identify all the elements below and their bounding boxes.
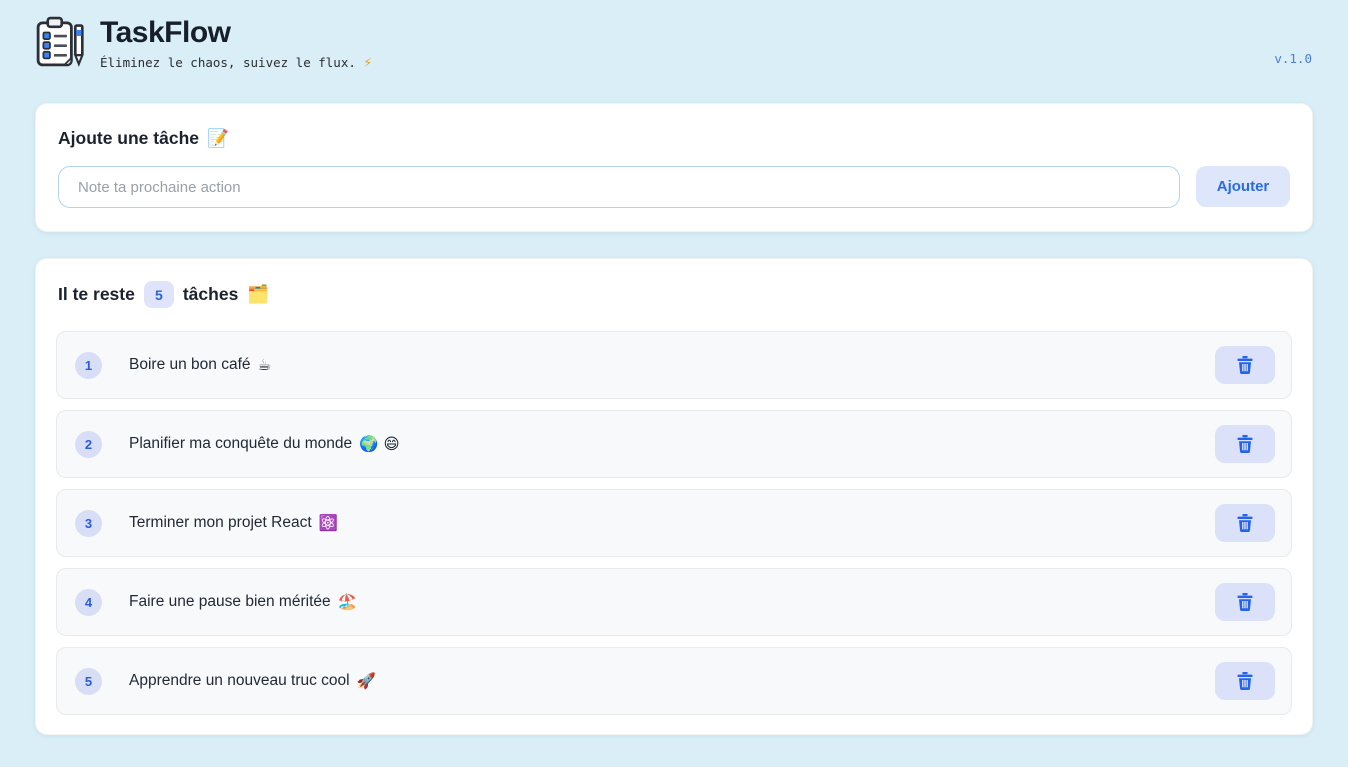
task-list-card: Il te reste 5 tâches 🗂️ 1 Boire un bon c… (35, 258, 1313, 735)
delete-task-button[interactable] (1215, 583, 1275, 621)
card-index-icon: 🗂️ (247, 285, 269, 305)
task-list-heading: Il te reste 5 tâches 🗂️ (56, 281, 1292, 308)
task-number-badge: 4 (75, 589, 102, 616)
trash-icon (1237, 514, 1253, 532)
trash-icon (1237, 435, 1253, 453)
app-header: TaskFlow Éliminez le chaos, suivez le fl… (0, 0, 1348, 90)
task-text: Boire un bon café (129, 356, 251, 374)
delete-task-button[interactable] (1215, 504, 1275, 542)
add-task-button[interactable]: Ajouter (1196, 166, 1290, 207)
task-emoji: 🌍 😄 (359, 435, 399, 453)
trash-icon (1237, 672, 1253, 690)
remaining-count-badge: 5 (144, 281, 174, 308)
trash-icon (1237, 593, 1253, 611)
tagline-text: Éliminez le chaos, suivez le flux. (100, 55, 356, 70)
app-tagline: Éliminez le chaos, suivez le flux. ⚡ (100, 55, 372, 70)
task-number-badge: 1 (75, 352, 102, 379)
new-task-input[interactable] (58, 166, 1180, 208)
heading-suffix: tâches (183, 284, 238, 305)
task-number-badge: 2 (75, 431, 102, 458)
lightning-bolt-icon: ⚡ (363, 55, 372, 70)
clipboard-checklist-pencil-icon (32, 14, 88, 72)
task-number-badge: 5 (75, 668, 102, 695)
task-emoji: 🏖️ (338, 593, 357, 611)
delete-task-button[interactable] (1215, 346, 1275, 384)
task-emoji: ⚛️ (319, 514, 338, 532)
task-list: 1 Boire un bon café ☕ 2 Planifier ma con… (56, 331, 1292, 715)
app-title: TaskFlow (100, 14, 372, 52)
task-row: 3 Terminer mon projet React ⚛️ (56, 489, 1292, 557)
trash-icon (1237, 356, 1253, 374)
task-row: 2 Planifier ma conquête du monde 🌍 😄 (56, 410, 1292, 478)
delete-task-button[interactable] (1215, 662, 1275, 700)
version-label: v.1.0 (1274, 51, 1314, 66)
task-emoji: ☕ (258, 356, 272, 374)
task-text: Apprendre un nouveau truc cool (129, 672, 350, 690)
add-task-card: Ajoute une tâche 📝 Ajouter (35, 103, 1313, 232)
app-logo (32, 14, 88, 72)
task-text: Terminer mon projet React (129, 514, 312, 532)
delete-task-button[interactable] (1215, 425, 1275, 463)
task-text: Planifier ma conquête du monde (129, 435, 352, 453)
title-block: TaskFlow Éliminez le chaos, suivez le fl… (100, 14, 372, 70)
memo-icon: 📝 (207, 129, 229, 149)
add-task-row: Ajouter (58, 166, 1290, 208)
task-row: 5 Apprendre un nouveau truc cool 🚀 (56, 647, 1292, 715)
add-task-heading-text: Ajoute une tâche (58, 128, 199, 149)
add-task-heading: Ajoute une tâche 📝 (58, 128, 1290, 149)
task-emoji: 🚀 (357, 672, 376, 690)
task-row: 1 Boire un bon café ☕ (56, 331, 1292, 399)
task-text: Faire une pause bien méritée (129, 593, 331, 611)
task-row: 4 Faire une pause bien méritée 🏖️ (56, 568, 1292, 636)
task-number-badge: 3 (75, 510, 102, 537)
heading-prefix: Il te reste (58, 284, 135, 305)
